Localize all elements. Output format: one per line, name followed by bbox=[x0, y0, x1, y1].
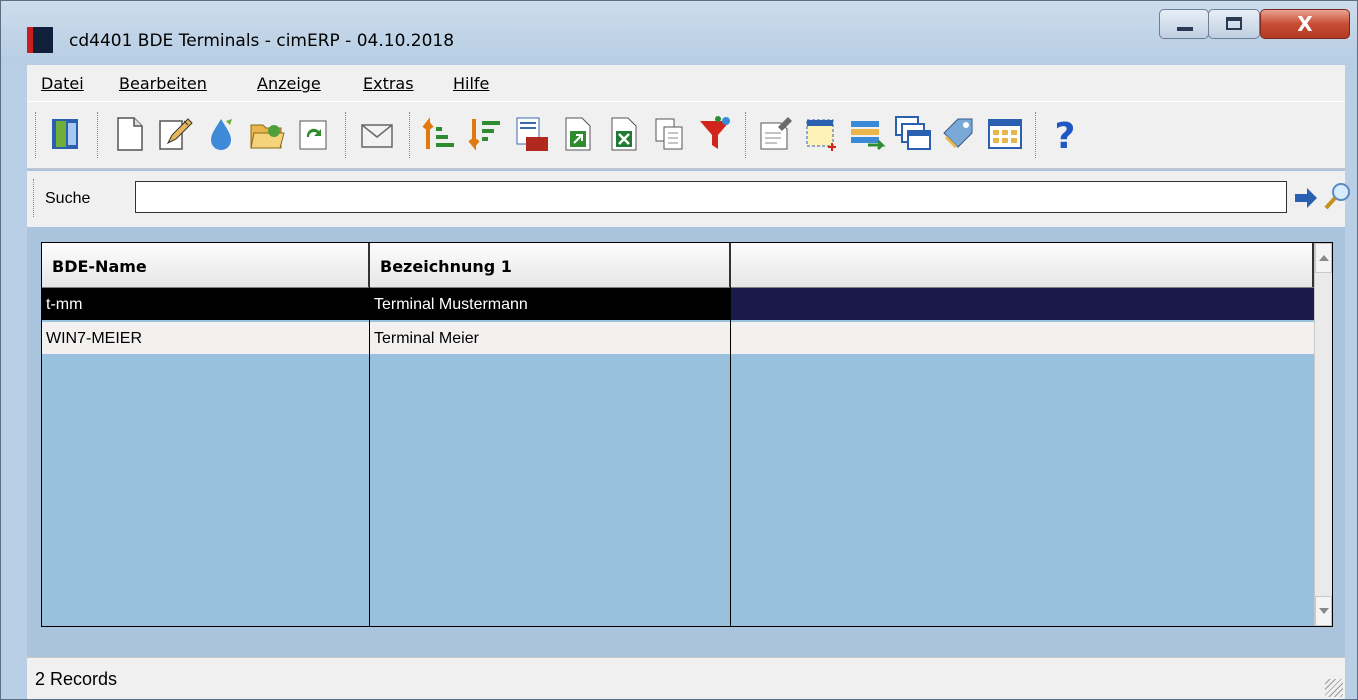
toolbar-separator bbox=[1035, 112, 1039, 158]
window-title: cd4401 BDE Terminals - cimERP - 04.10.20… bbox=[69, 31, 455, 51]
table-row[interactable]: WIN7-MEIER Terminal Meier bbox=[42, 322, 1314, 354]
select-area-icon[interactable] bbox=[799, 111, 843, 157]
windows-cascade-icon[interactable] bbox=[891, 111, 935, 157]
edit-pencil-icon[interactable] bbox=[153, 111, 197, 157]
menu-datei[interactable]: Datei bbox=[41, 74, 84, 93]
column-divider bbox=[730, 287, 731, 626]
column-header-empty[interactable] bbox=[731, 243, 1314, 287]
number-format-icon[interactable] bbox=[509, 111, 553, 157]
menu-bearbeiten[interactable]: Bearbeiten bbox=[119, 74, 207, 93]
menu-extras[interactable]: Extras bbox=[363, 74, 414, 93]
toolbar-separator bbox=[409, 112, 413, 158]
toolbar-separator bbox=[345, 112, 349, 158]
cell-bde-name: t-mm bbox=[42, 288, 370, 320]
folder-open-icon[interactable] bbox=[245, 111, 289, 157]
table-row[interactable]: t-mm Terminal Mustermann bbox=[42, 288, 1314, 320]
search-label: Suche bbox=[45, 190, 91, 207]
menu-hilfe[interactable]: Hilfe bbox=[453, 74, 489, 93]
close-icon: X bbox=[1297, 12, 1313, 36]
window-frame-left bbox=[1, 65, 27, 699]
list-arrow-icon[interactable] bbox=[845, 111, 889, 157]
copy-icon[interactable] bbox=[647, 111, 691, 157]
water-drop-icon[interactable] bbox=[199, 111, 243, 157]
toolbar-separator bbox=[745, 112, 749, 158]
grid-area: BDE-Name Bezeichnung 1 t-mm Terminal Mus… bbox=[27, 227, 1345, 657]
export-icon[interactable] bbox=[555, 111, 599, 157]
scroll-up-arrow-icon[interactable] bbox=[1315, 243, 1332, 273]
cell-bde-name: WIN7-MEIER bbox=[42, 322, 370, 354]
tag-label-icon[interactable] bbox=[937, 111, 981, 157]
excel-export-icon[interactable] bbox=[601, 111, 645, 157]
window-frame-right bbox=[1345, 65, 1357, 699]
sort-ascending-icon[interactable] bbox=[417, 111, 461, 157]
refresh-icon[interactable] bbox=[291, 111, 335, 157]
column-divider bbox=[369, 287, 370, 626]
column-header-bde-name[interactable]: BDE-Name bbox=[42, 243, 370, 287]
close-button[interactable]: X bbox=[1260, 9, 1350, 39]
sort-descending-icon[interactable] bbox=[463, 111, 507, 157]
cell-bezeichnung-1: Terminal Meier bbox=[370, 322, 731, 354]
status-bar: 2 Records bbox=[27, 657, 1345, 699]
searchbar-grip bbox=[33, 179, 37, 217]
minimize-button[interactable] bbox=[1159, 9, 1209, 39]
title-bar[interactable]: cd4401 BDE Terminals - cimERP - 04.10.20… bbox=[1, 1, 1357, 65]
grid-view-icon[interactable] bbox=[983, 111, 1027, 157]
app-logo-icon bbox=[27, 27, 53, 53]
app-window: cd4401 BDE Terminals - cimERP - 04.10.20… bbox=[0, 0, 1358, 700]
vertical-scrollbar[interactable] bbox=[1314, 243, 1332, 626]
resize-grip-icon[interactable] bbox=[1325, 679, 1343, 697]
filter-funnel-icon[interactable] bbox=[693, 111, 737, 157]
form-note-icon[interactable] bbox=[753, 111, 797, 157]
svg-text:?: ? bbox=[1055, 116, 1076, 153]
help-icon[interactable]: ? bbox=[1043, 111, 1087, 157]
exit-door-icon[interactable] bbox=[43, 111, 87, 157]
search-bar: Suche bbox=[27, 171, 1350, 227]
menu-bar: Datei Bearbeiten Anzeige Extras Hilfe bbox=[27, 65, 1345, 101]
cell-bezeichnung-1: Terminal Mustermann bbox=[370, 288, 731, 320]
mail-envelope-icon[interactable] bbox=[355, 111, 399, 157]
search-input[interactable] bbox=[135, 181, 1287, 213]
cell-empty bbox=[731, 288, 1314, 320]
cell-empty bbox=[731, 322, 1314, 354]
records-grid[interactable]: BDE-Name Bezeichnung 1 t-mm Terminal Mus… bbox=[41, 242, 1333, 627]
toolbar-separator bbox=[97, 112, 101, 158]
toolbar: ? bbox=[27, 101, 1345, 169]
grid-header: BDE-Name Bezeichnung 1 bbox=[42, 243, 1314, 288]
column-header-bezeichnung-1[interactable]: Bezeichnung 1 bbox=[370, 243, 731, 287]
menu-anzeige[interactable]: Anzeige bbox=[257, 74, 321, 93]
toolbar-grip bbox=[35, 112, 39, 158]
record-count: 2 Records bbox=[35, 669, 118, 689]
scroll-down-arrow-icon[interactable] bbox=[1315, 596, 1332, 626]
maximize-button[interactable] bbox=[1208, 9, 1260, 39]
magnifier-search-icon[interactable] bbox=[1323, 181, 1353, 211]
new-document-icon[interactable] bbox=[107, 111, 151, 157]
search-go-arrow-icon[interactable] bbox=[1293, 185, 1319, 211]
